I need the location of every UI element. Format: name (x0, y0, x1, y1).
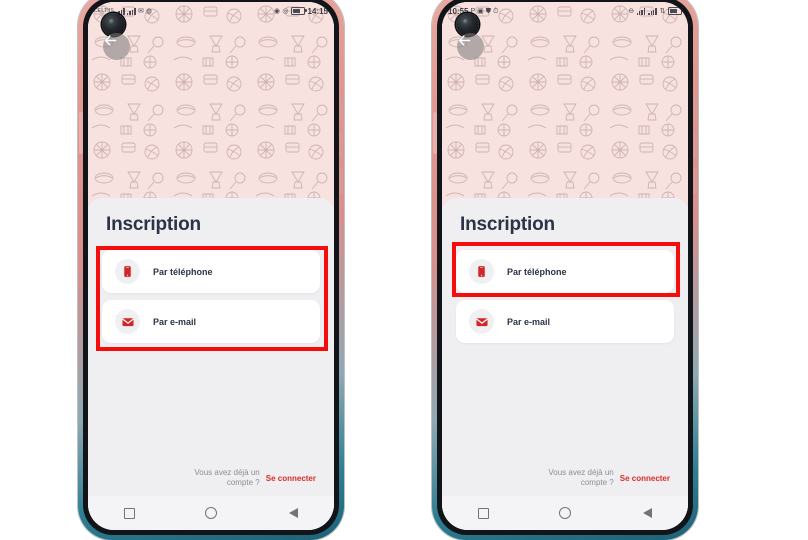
phone-icon (469, 259, 494, 284)
login-link[interactable]: Se connecter (620, 474, 670, 483)
signup-options-list: Par téléphone Par e-mail (88, 236, 334, 343)
back-triangle-icon (642, 508, 652, 518)
home-circle-icon (559, 507, 571, 519)
battery-icon (291, 6, 307, 16)
volume-button[interactable] (79, 112, 83, 154)
phone-left: CELTIIS ✉ ◍ ◉ ◎ 14:15 Inscription Par té… (78, 0, 344, 540)
back-arrow-icon (104, 35, 117, 46)
back-button[interactable] (457, 33, 484, 60)
mute-icon: ⊖ (628, 7, 635, 15)
volume-down-button[interactable] (339, 168, 343, 194)
back-arrow-icon (458, 35, 471, 46)
battery-icon (668, 6, 684, 16)
option-label: Par téléphone (507, 266, 567, 277)
status-left: CELTIIS ✉ ◍ (94, 7, 152, 15)
footer-question: Vous avez déjà un compte ? (548, 468, 614, 487)
alarm-icon: ⏱ (493, 7, 499, 15)
alarm-icon: ◎ (282, 7, 289, 15)
nav-home-button[interactable] (188, 500, 234, 526)
hero-pattern: CELTIIS ✉ ◍ ◉ ◎ 14:15 (88, 2, 334, 207)
power-button[interactable] (693, 96, 697, 122)
option-par-email[interactable]: Par e-mail (102, 300, 320, 343)
nav-recents-button[interactable] (106, 500, 152, 526)
sports-doodle-pattern (442, 2, 688, 207)
nav-back-button[interactable] (270, 500, 316, 526)
option-par-email[interactable]: Par e-mail (456, 300, 674, 343)
phone-screen: 10:55 P ▣ ⛊ ⏱ ⊖ ⇅ Inscription Par téléph… (442, 2, 688, 530)
mute-icon: ◉ (273, 7, 280, 15)
signal-bars-icon-2 (648, 7, 657, 15)
nav-recents-button[interactable] (460, 500, 506, 526)
home-circle-icon (205, 507, 217, 519)
back-triangle-icon (288, 508, 298, 518)
nav-back-button[interactable] (624, 500, 670, 526)
recents-square-icon (477, 507, 489, 519)
volume-button[interactable] (433, 112, 437, 154)
envelope-icon (469, 309, 494, 334)
option-label: Par e-mail (507, 316, 551, 327)
signal-bars-icon-2 (126, 7, 136, 15)
envelope-icon (115, 309, 140, 334)
shield-icon: ⛊ (485, 7, 492, 15)
recents-square-icon (123, 507, 135, 519)
volume-down-button[interactable] (693, 168, 697, 194)
page-title: Inscription (460, 214, 555, 235)
phone-right: 10:55 P ▣ ⛊ ⏱ ⊖ ⇅ Inscription Par téléph… (432, 0, 698, 540)
power-button[interactable] (339, 96, 343, 122)
footer: Vous avez déjà un compte ? Se connecter (88, 468, 334, 488)
nav-home-button[interactable] (542, 500, 588, 526)
page-title: Inscription (106, 214, 201, 235)
volume-up-button[interactable] (339, 132, 343, 158)
volume-up-button[interactable] (693, 132, 697, 158)
mail-icon: ✉ (137, 7, 144, 15)
status-bar: 10:55 P ▣ ⛊ ⏱ ⊖ ⇅ (442, 2, 688, 20)
option-par-telephone[interactable]: Par téléphone (456, 250, 674, 293)
content-sheet: Inscription Par téléphone Par e-mail Vou… (442, 198, 688, 530)
phone-screen: CELTIIS ✉ ◍ ◉ ◎ 14:15 Inscription Par té… (88, 2, 334, 530)
android-nav-bar (88, 496, 334, 530)
hero-pattern: 10:55 P ▣ ⛊ ⏱ ⊖ ⇅ (442, 2, 688, 207)
footer-question: Vous avez déjà un compte ? (194, 468, 260, 487)
option-par-telephone[interactable]: Par téléphone (102, 250, 320, 293)
login-link[interactable]: Se connecter (266, 474, 316, 483)
status-time: 14:15 (307, 6, 328, 16)
data-icon: ⇅ (659, 7, 666, 15)
status-bar: CELTIIS ✉ ◍ ◉ ◎ 14:15 (88, 2, 334, 20)
back-button[interactable] (103, 33, 130, 60)
status-right: ◉ ◎ 14:15 (274, 7, 328, 16)
android-nav-bar (442, 496, 688, 530)
footer: Vous avez déjà un compte ? Se connecter (442, 468, 688, 488)
phone-icon (115, 259, 140, 284)
signup-options-list: Par téléphone Par e-mail (442, 236, 688, 343)
content-sheet: Inscription Par téléphone Par e-mail Vou… (88, 198, 334, 530)
option-label: Par téléphone (153, 266, 213, 277)
status-right: ⊖ ⇅ (628, 6, 684, 16)
option-label: Par e-mail (153, 316, 197, 327)
screenshot-icon: ▣ (477, 7, 484, 15)
signal-bars-icon (636, 7, 646, 15)
whatsapp-icon: ◍ (145, 7, 152, 15)
sports-doodle-pattern (88, 2, 334, 207)
